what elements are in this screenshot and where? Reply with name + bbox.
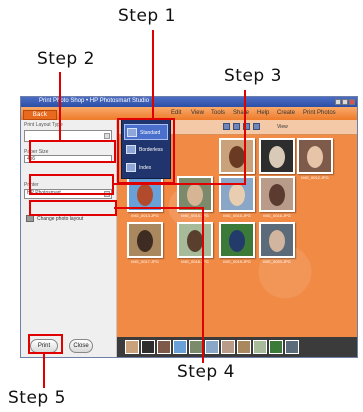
filmstrip-thumbnail[interactable] (285, 340, 299, 354)
rotate-left-icon[interactable] (223, 123, 230, 130)
change-layout-link[interactable]: Change photo layout (37, 216, 83, 222)
callout-box-step-5 (28, 334, 63, 354)
maximize-icon[interactable] (342, 99, 348, 105)
view-label[interactable]: View (277, 124, 288, 130)
thumbnail-caption: IMG_0018.JPG (181, 259, 209, 264)
photo-subject (269, 146, 285, 168)
thumbnail-caption: IMG_0014.JPG (181, 213, 209, 218)
photo-thumbnail[interactable] (219, 138, 255, 174)
menu-item-print-photos[interactable]: Print Photos (303, 110, 336, 116)
menu-item-edit[interactable]: Edit (171, 110, 181, 116)
layout-icon[interactable] (26, 215, 34, 222)
menu-item-view[interactable]: View (191, 110, 204, 116)
thumbnail-caption: IMG_0020.JPG (263, 259, 291, 264)
filmstrip-thumbnail[interactable] (237, 340, 251, 354)
callout-step-3: Step 3 (224, 66, 282, 86)
callout-box-step-4 (29, 200, 117, 216)
photo-subject (229, 146, 245, 168)
filmstrip-thumbnail[interactable] (205, 340, 219, 354)
photo-thumbnail[interactable] (127, 222, 163, 258)
filmstrip-thumbnail[interactable] (253, 340, 267, 354)
thumbnail-caption: IMG_0012.JPG (301, 175, 329, 180)
close-icon[interactable] (349, 99, 355, 105)
filmstrip (117, 337, 357, 357)
filmstrip-thumbnail[interactable] (125, 340, 139, 354)
callout-line-step-4-v (202, 207, 204, 363)
photo-thumbnail[interactable] (219, 176, 255, 212)
photo-subject (137, 184, 153, 206)
callout-line-step-5 (43, 354, 45, 388)
filmstrip-thumbnail[interactable] (221, 340, 235, 354)
photo-thumbnail[interactable] (177, 222, 213, 258)
menu-item-share[interactable]: Share (233, 110, 249, 116)
filmstrip-thumbnail[interactable] (189, 340, 203, 354)
photo-thumbnail[interactable] (259, 138, 295, 174)
filmstrip-thumbnail[interactable] (173, 340, 187, 354)
photo-subject (187, 184, 203, 206)
photo-subject (269, 230, 285, 252)
callout-box-step-3 (29, 174, 114, 195)
photo-subject (229, 184, 245, 206)
photo-thumbnail[interactable] (259, 222, 295, 258)
filmstrip-thumbnail[interactable] (157, 340, 171, 354)
filmstrip-thumbnail[interactable] (141, 340, 155, 354)
minimize-icon[interactable] (335, 99, 341, 105)
photo-subject (269, 184, 285, 206)
layout-type-label: Print Layout Type (24, 122, 63, 128)
callout-step-4: Step 4 (177, 362, 235, 382)
callout-line-step-3-v (244, 90, 246, 185)
callout-line-step-2 (59, 72, 61, 140)
menu-item-help[interactable]: Help (257, 110, 269, 116)
photo-print-window: Print Photo Shop • HP Photosmart Studio … (20, 96, 358, 358)
window-title: Print Photo Shop • HP Photosmart Studio (39, 98, 150, 104)
callout-step-2: Step 2 (37, 49, 95, 69)
callout-step-1: Step 1 (118, 6, 176, 26)
callout-line-step-3-h (114, 183, 246, 185)
callout-step-5: Step 5 (8, 388, 66, 408)
delete-icon[interactable] (253, 123, 260, 130)
callout-box-step-2 (29, 140, 116, 163)
thumbnail-caption: IMG_0013.JPG (131, 213, 159, 218)
chevron-down-icon[interactable] (104, 133, 110, 139)
photo-subject (187, 230, 203, 252)
photo-subject (229, 230, 245, 252)
photo-thumbnail[interactable] (259, 176, 295, 212)
callout-box-step-1 (117, 118, 175, 184)
back-button[interactable]: Back (23, 110, 57, 120)
rotate-right-icon[interactable] (233, 123, 240, 130)
menu-item-tools[interactable]: Tools (211, 110, 225, 116)
thumbnail-caption: IMG_0019.JPG (223, 259, 251, 264)
filmstrip-thumbnail[interactable] (269, 340, 283, 354)
callout-line-step-4-h (114, 207, 204, 209)
photo-thumbnail[interactable] (297, 138, 333, 174)
photo-subject (137, 230, 153, 252)
thumbnail-caption: IMG_0016.JPG (263, 213, 291, 218)
thumbnail-caption: IMG_0015.JPG (223, 213, 251, 218)
close-button[interactable]: Close (69, 339, 93, 353)
menu-item-create[interactable]: Create (277, 110, 295, 116)
photo-thumbnail[interactable] (219, 222, 255, 258)
photo-subject (307, 146, 323, 168)
thumbnail-caption: IMG_0017.JPG (131, 259, 159, 264)
title-bar: Print Photo Shop • HP Photosmart Studio (21, 97, 357, 107)
callout-line-step-1 (152, 30, 154, 118)
menu-bar: Edit View Tools Share Help Create Print … (21, 107, 357, 120)
